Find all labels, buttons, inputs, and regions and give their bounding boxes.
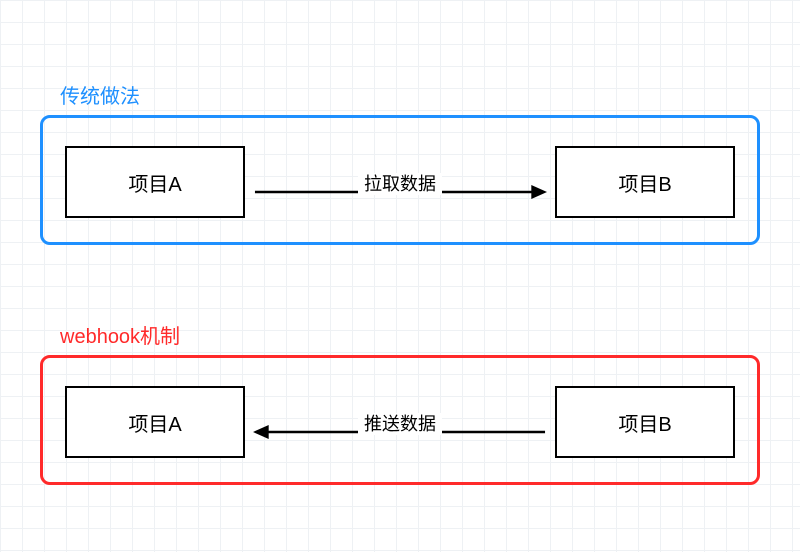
- arrow-pull-data: 拉取数据: [253, 158, 547, 208]
- section-box-traditional: 项目A 拉取数据 项目B: [40, 115, 760, 245]
- section-title-traditional: 传统做法: [40, 80, 760, 109]
- section-webhook: webhook机制 项目A 推送数据 项目B: [40, 320, 760, 485]
- section-box-webhook: 项目A 推送数据 项目B: [40, 355, 760, 485]
- arrow-label-push: 推送数据: [253, 410, 547, 436]
- node-project-b-2: 项目B: [555, 386, 735, 458]
- node-project-a-1: 项目A: [65, 146, 245, 218]
- node-project-b-1: 项目B: [555, 146, 735, 218]
- node-project-a-2: 项目A: [65, 386, 245, 458]
- arrow-push-data: 推送数据: [253, 398, 547, 448]
- arrow-label-pull: 拉取数据: [253, 170, 547, 196]
- section-traditional: 传统做法 项目A 拉取数据 项目B: [40, 80, 760, 245]
- section-title-webhook: webhook机制: [40, 320, 760, 349]
